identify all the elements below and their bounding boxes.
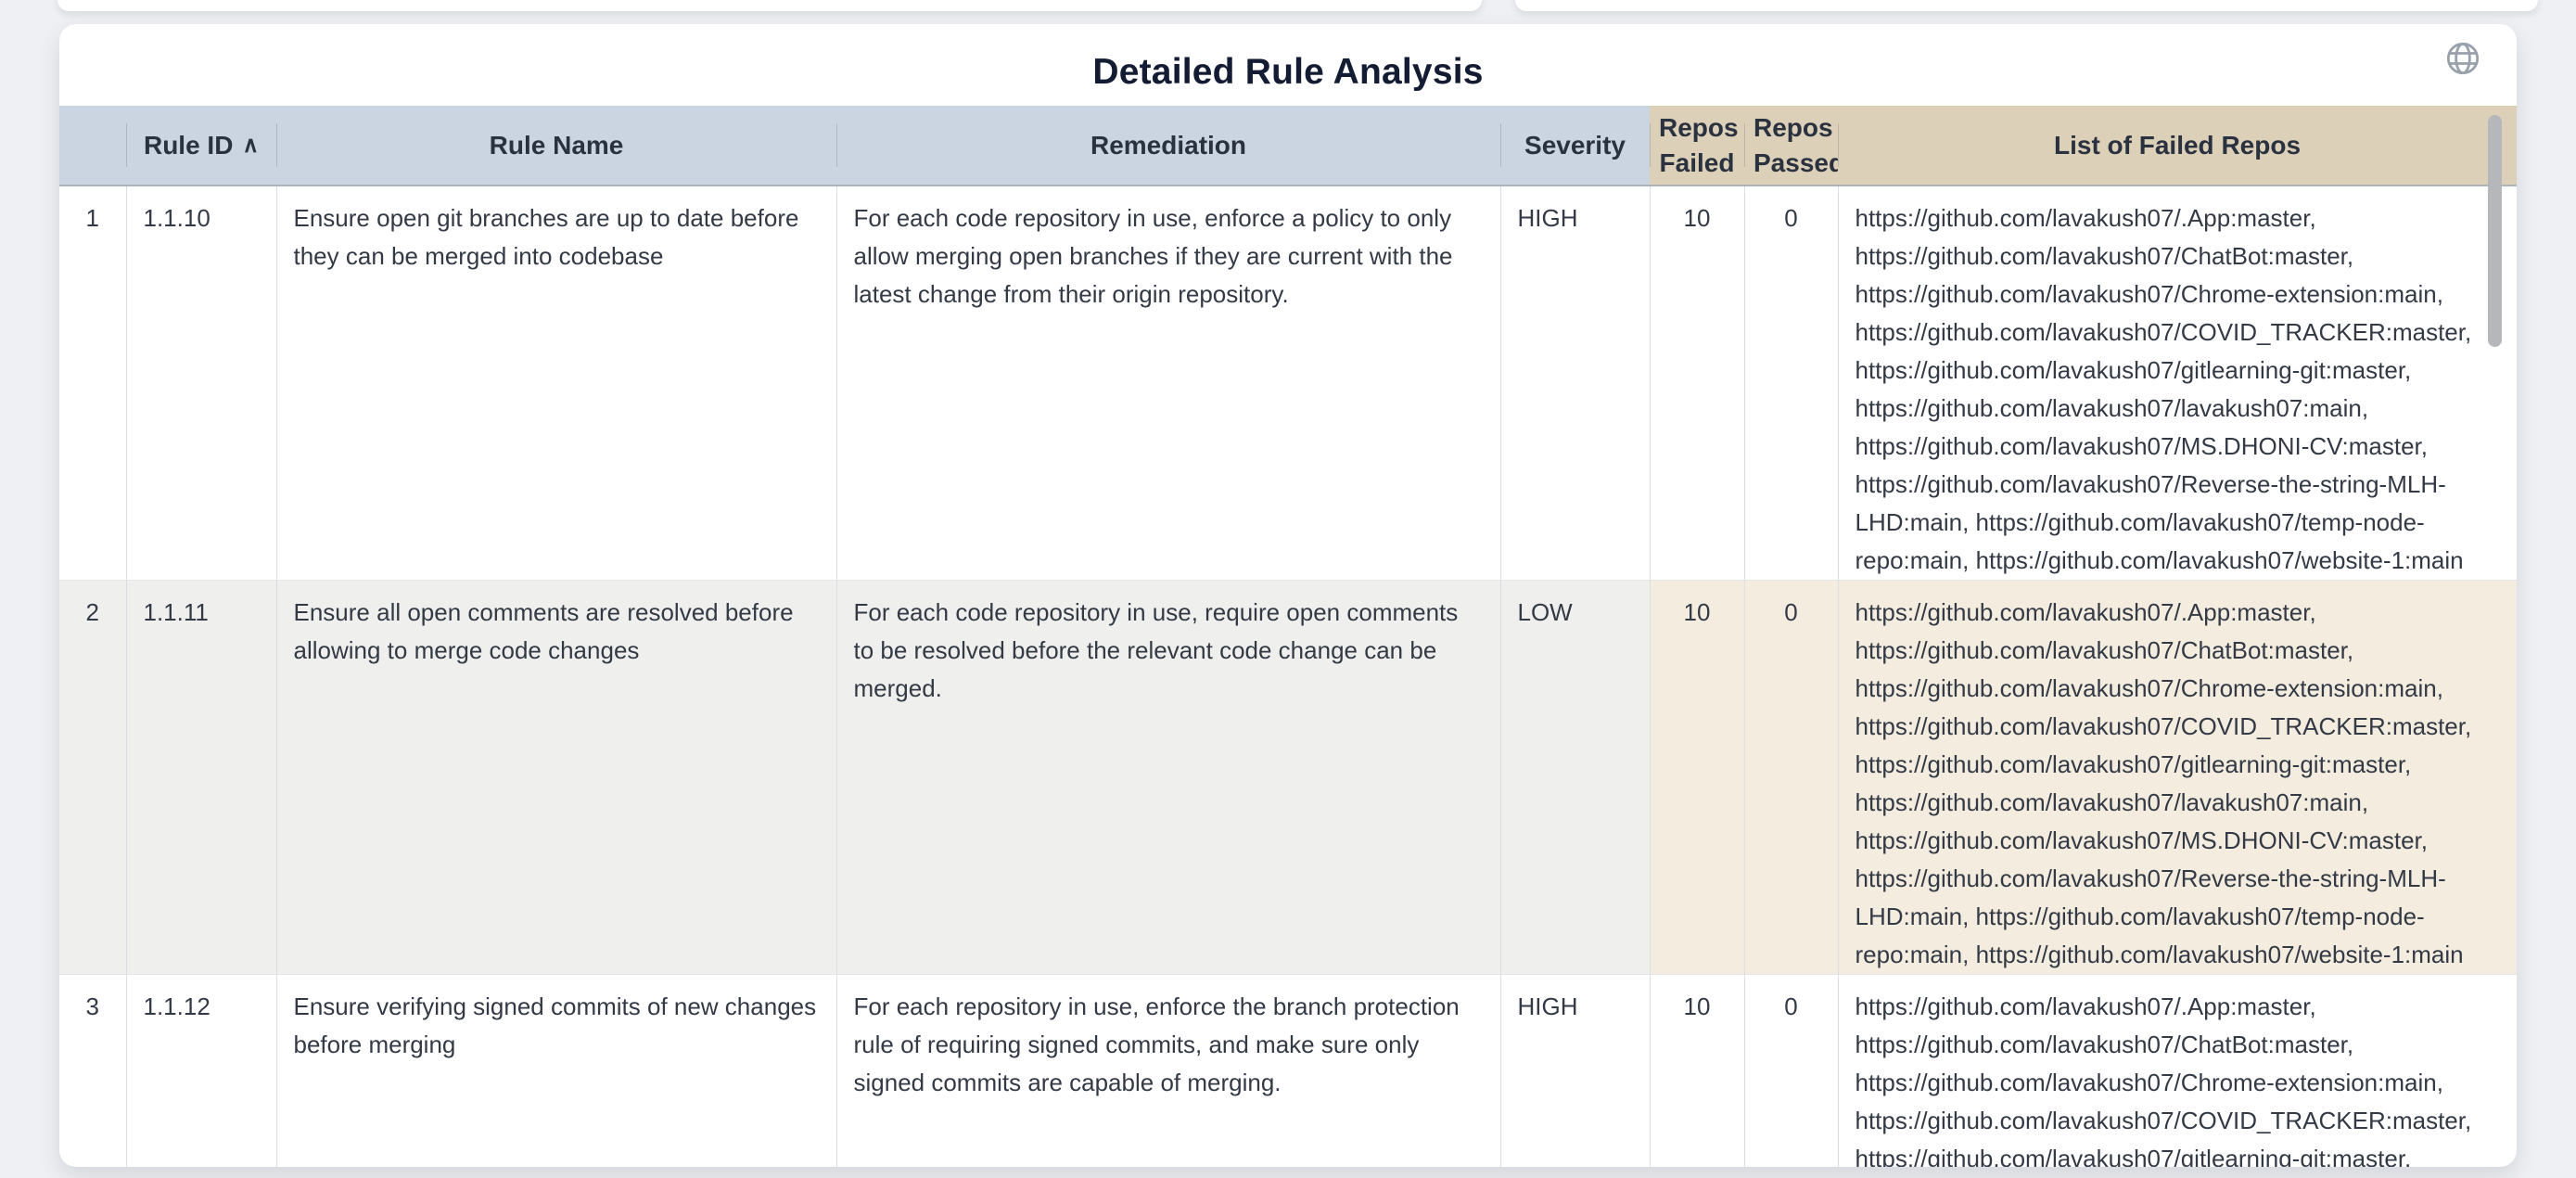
cell-remediation: For each repository in use, enforce the … [836,975,1500,1168]
cell-severity: LOW [1500,581,1650,975]
cell-severity: HIGH [1500,186,1650,581]
cell-index: 1 [59,186,126,581]
scrollbar-thumb[interactable] [2488,115,2502,347]
globe-icon[interactable] [2442,39,2483,80]
cell-failed-repos: https://github.com/lavakush07/.App:maste… [1838,186,2517,581]
column-header-repos-passed[interactable]: Repos Passed [1744,106,1838,186]
table-row: 1 1.1.10 Ensure open git branches are up… [59,186,2517,581]
cell-repos-passed: 0 [1744,581,1838,975]
cell-rule-id: 1.1.12 [126,975,276,1168]
column-header-repos-failed[interactable]: Repos Failed [1650,106,1744,186]
cell-rule-id: 1.1.11 [126,581,276,975]
cell-index: 2 [59,581,126,975]
cell-rule-name: Ensure all open comments are resolved be… [276,581,836,975]
cell-severity: HIGH [1500,975,1650,1168]
cell-rule-id: 1.1.10 [126,186,276,581]
previous-card-right-edge [1515,0,2538,11]
card-header: Detailed Rule Analysis [59,24,2517,106]
cell-repos-failed: 10 [1650,186,1744,581]
column-header-rule-id[interactable]: Rule ID ∧ [126,106,276,186]
cell-repos-failed: 10 [1650,581,1744,975]
detailed-rule-analysis-card: Detailed Rule Analysis Rule ID ∧ [59,24,2517,1167]
cell-repos-passed: 0 [1744,975,1838,1168]
rule-analysis-table: Rule ID∧ Rule Name Remediation Severity … [59,106,2517,1167]
table-header-row: Rule ID∧ Rule Name Remediation Severity … [59,106,2517,186]
table-row: 3 1.1.12 Ensure verifying signed commits… [59,975,2517,1168]
sort-ascending-icon: ∧ [242,131,259,160]
column-header-rule-name[interactable]: Rule Name [276,106,836,186]
column-header-rule-id-label: Rule ID [144,131,233,160]
cell-failed-repos: https://github.com/lavakush07/.App:maste… [1838,975,2517,1168]
cell-remediation: For each code repository in use, enforce… [836,186,1500,581]
cell-repos-failed: 10 [1650,975,1744,1168]
previous-card-left-edge [57,0,1482,11]
page-title: Detailed Rule Analysis [59,52,2517,93]
column-header-remediation[interactable]: Remediation [836,106,1500,186]
table-row: 2 1.1.11 Ensure all open comments are re… [59,581,2517,975]
cell-rule-name: Ensure verifying signed commits of new c… [276,975,836,1168]
column-header-index [59,106,126,186]
cell-index: 3 [59,975,126,1168]
cell-rule-name: Ensure open git branches are up to date … [276,186,836,581]
column-header-severity[interactable]: Severity [1500,106,1650,186]
cell-remediation: For each code repository in use, require… [836,581,1500,975]
cell-repos-passed: 0 [1744,186,1838,581]
column-header-failed-repos[interactable]: List of Failed Repos [1838,106,2517,186]
vertical-scrollbar[interactable] [2488,109,2502,1167]
cell-failed-repos: https://github.com/lavakush07/.App:maste… [1838,581,2517,975]
